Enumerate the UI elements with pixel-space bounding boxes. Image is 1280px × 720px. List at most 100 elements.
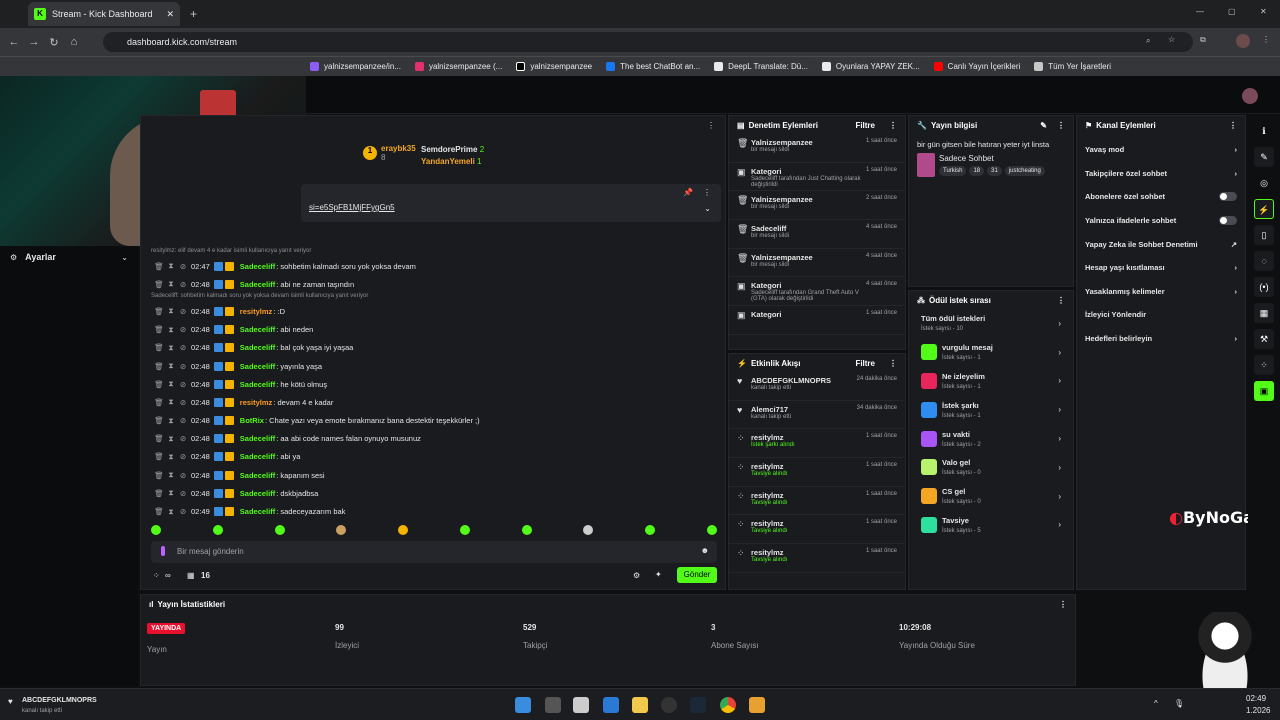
timeout-icon[interactable]: ⧗	[165, 279, 177, 289]
pinned-menu-icon[interactable]: ⋮	[703, 188, 711, 197]
timeout-icon[interactable]: ⧗	[165, 470, 177, 480]
emote-icon[interactable]	[583, 525, 594, 535]
ban-icon[interactable]: ⊘	[177, 307, 189, 316]
ban-icon[interactable]: ⊘	[177, 507, 189, 516]
timeout-icon[interactable]: ⧗	[165, 452, 177, 462]
windows-start-icon[interactable]	[515, 697, 531, 713]
pencil-icon[interactable]: ✎	[1254, 147, 1274, 167]
bookmark-item[interactable]: Oyunlara YAPAY ZEK...	[821, 62, 920, 71]
nodes-icon[interactable]: ⁘	[1254, 355, 1274, 375]
channel-action[interactable]: Yalnızca ifadelerle sohbet	[1077, 209, 1245, 233]
bookmark-item[interactable]: Canlı Yayın İçerikleri	[933, 62, 1020, 71]
ban-icon[interactable]: ⊘	[177, 416, 189, 425]
forward-icon[interactable]: →	[24, 36, 44, 48]
chat-message[interactable]: 🗑 ⧗ ⊘ 02:49 Sadeceliff: sadeceyazarım bak	[141, 502, 727, 520]
channel-action[interactable]: Yavaş mod ›	[1077, 138, 1245, 162]
minimize-icon[interactable]: —	[1196, 7, 1204, 16]
ban-icon[interactable]: ⊘	[177, 362, 189, 371]
activity-item[interactable]: ⁘ resitylmz Tavsiye alındı 1 saat önce	[729, 487, 905, 516]
bookmark-item[interactable]: yalnizsempanzee (...	[414, 62, 502, 71]
delete-icon[interactable]: 🗑	[153, 452, 165, 461]
channel-action[interactable]: Yapay Zeka ile Sohbet Denetimi ↗	[1077, 232, 1245, 256]
delete-icon[interactable]: 🗑	[153, 343, 165, 352]
bolt-icon[interactable]: ⚡	[1254, 199, 1274, 219]
emote-icon[interactable]	[212, 525, 223, 535]
pinned-link[interactable]: si=e5SpFB1MjFFygGn5	[309, 203, 395, 212]
app-icon[interactable]	[573, 697, 589, 713]
timeout-icon[interactable]: ⧗	[165, 434, 177, 444]
star-icon[interactable]: ☆	[1168, 35, 1175, 44]
message-username[interactable]: Sadeceliff	[240, 452, 275, 461]
delete-icon[interactable]: 🗑	[153, 380, 165, 389]
users-icon[interactable]: ⁘	[153, 571, 160, 580]
delete-icon[interactable]: 🗑	[153, 507, 165, 516]
bookmark-item[interactable]: yalnizsempanzee/in...	[310, 62, 401, 71]
menu-icon[interactable]: ⋮	[1262, 35, 1270, 44]
calendar-icon[interactable]: ▦	[1254, 303, 1274, 323]
timeout-icon[interactable]: ⧗	[165, 261, 177, 271]
file-explorer-icon[interactable]	[632, 697, 648, 713]
photos-icon[interactable]	[603, 697, 619, 713]
timeout-icon[interactable]: ⧗	[165, 306, 177, 316]
chat-message[interactable]: 🗑 ⧗ ⊘ 02:48 Sadeceliff: abi ne zaman taşındı…	[141, 275, 727, 293]
emote-icon[interactable]	[521, 525, 532, 535]
activity-item[interactable]: ⁘ resitylmz Tavsiye alındı 1 saat önce	[729, 515, 905, 545]
delete-icon[interactable]: 🗑	[153, 471, 165, 480]
channel-action[interactable]: Yasaklanmış kelimeler ›	[1077, 280, 1245, 304]
send-button[interactable]: Gönder	[677, 567, 717, 583]
close-tab-icon[interactable]: ✕	[166, 9, 174, 20]
chat-message[interactable]: 🗑 ⧗ ⊘ 02:48 Sadeceliff: bal çok yaşa iyi yaş…	[141, 339, 727, 357]
ban-icon[interactable]: ⊘	[177, 343, 189, 352]
delete-icon[interactable]: 🗑	[153, 280, 165, 289]
delete-icon[interactable]: 🗑	[153, 325, 165, 334]
message-username[interactable]: Sadeceliff	[240, 362, 275, 371]
emote-icon[interactable]	[274, 525, 285, 535]
reload-icon[interactable]: ↻	[44, 36, 64, 49]
menu-icon[interactable]: ⋮	[1057, 121, 1065, 130]
timeout-icon[interactable]: ⧗	[165, 325, 177, 335]
ban-icon[interactable]: ⊘	[177, 452, 189, 461]
emote-icon[interactable]	[706, 525, 717, 535]
moderation-item[interactable]: 🗑 Yalnizsempanzee bir mesajı sildi 4 saat ö…	[729, 249, 905, 278]
chat-message[interactable]: 🗑 ⧗ ⊘ 02:48 Sadeceliff: he kötü olmuş	[141, 375, 727, 393]
delete-icon[interactable]: 🗑	[153, 307, 165, 316]
emote-icon[interactable]	[336, 525, 347, 535]
chat-message[interactable]: 🗑 ⧗ ⊘ 02:48 Sadeceliff: abi neden	[141, 321, 727, 339]
url-field[interactable]: dashboard.kick.com/stream	[103, 32, 1193, 52]
toggle-switch[interactable]	[1219, 216, 1237, 226]
chat-bubble-icon[interactable]: ◌	[1254, 251, 1274, 271]
ban-icon[interactable]: ⊘	[177, 434, 189, 443]
extensions-icon[interactable]: ⧉	[1200, 35, 1206, 45]
menu-icon[interactable]: ⋮	[1057, 296, 1065, 305]
message-username[interactable]: Sadeceliff	[240, 262, 275, 271]
edit-icon[interactable]: ✎	[1040, 121, 1047, 130]
chat-message[interactable]: 🗑 ⧗ ⊘ 02:48 resitylmz: :D	[141, 302, 727, 320]
chrome-icon[interactable]	[720, 697, 736, 713]
chat-message[interactable]: 🗑 ⧗ ⊘ 02:48 Sadeceliff: abi ya	[141, 448, 727, 466]
task-view-icon[interactable]	[545, 697, 561, 713]
broadcast-icon[interactable]: (•)	[1254, 277, 1274, 297]
new-tab-icon[interactable]: +	[190, 7, 197, 21]
menu-icon[interactable]: ⋮	[1229, 121, 1237, 130]
activity-item[interactable]: ⁘ resitylmz Tavsiye alındı 1 saat önce	[729, 544, 905, 573]
ban-icon[interactable]: ⊘	[177, 325, 189, 334]
menu-icon[interactable]: ⋮	[889, 121, 897, 130]
bookmark-item[interactable]: The best ChatBot an...	[606, 62, 700, 71]
app-icon[interactable]	[749, 697, 765, 713]
chat-message[interactable]: 🗑 ⧗ ⊘ 02:48 Sadeceliff: dskbjadbsa	[141, 484, 727, 502]
tray-chevron-icon[interactable]: ^	[1154, 699, 1158, 708]
bookmark-folder[interactable]: Tüm Yer İşaretleri	[1034, 62, 1111, 71]
chat-message[interactable]: 🗑 ⧗ ⊘ 02:48 Sadeceliff: yayınla yaşa	[141, 357, 727, 375]
zoom-icon[interactable]: ⌕	[1146, 36, 1150, 46]
message-username[interactable]: Sadeceliff	[240, 343, 275, 352]
browser-tab[interactable]: K Stream - Kick Dashboard ✕	[28, 2, 180, 26]
message-username[interactable]: Sadeceliff	[240, 471, 275, 480]
channel-action[interactable]: Abonelere özel sohbet	[1077, 185, 1245, 209]
emote-icon[interactable]	[459, 525, 470, 535]
delete-icon[interactable]: 🗑	[153, 489, 165, 498]
document-icon[interactable]: ▯	[1254, 225, 1274, 245]
moderation-item[interactable]: ▣ Kategori 1 saat önce	[729, 306, 905, 335]
home-icon[interactable]: ⌂	[64, 36, 84, 48]
timeout-icon[interactable]: ⧗	[165, 397, 177, 407]
bookmark-item[interactable]: yalnizsempanzee	[516, 62, 592, 71]
